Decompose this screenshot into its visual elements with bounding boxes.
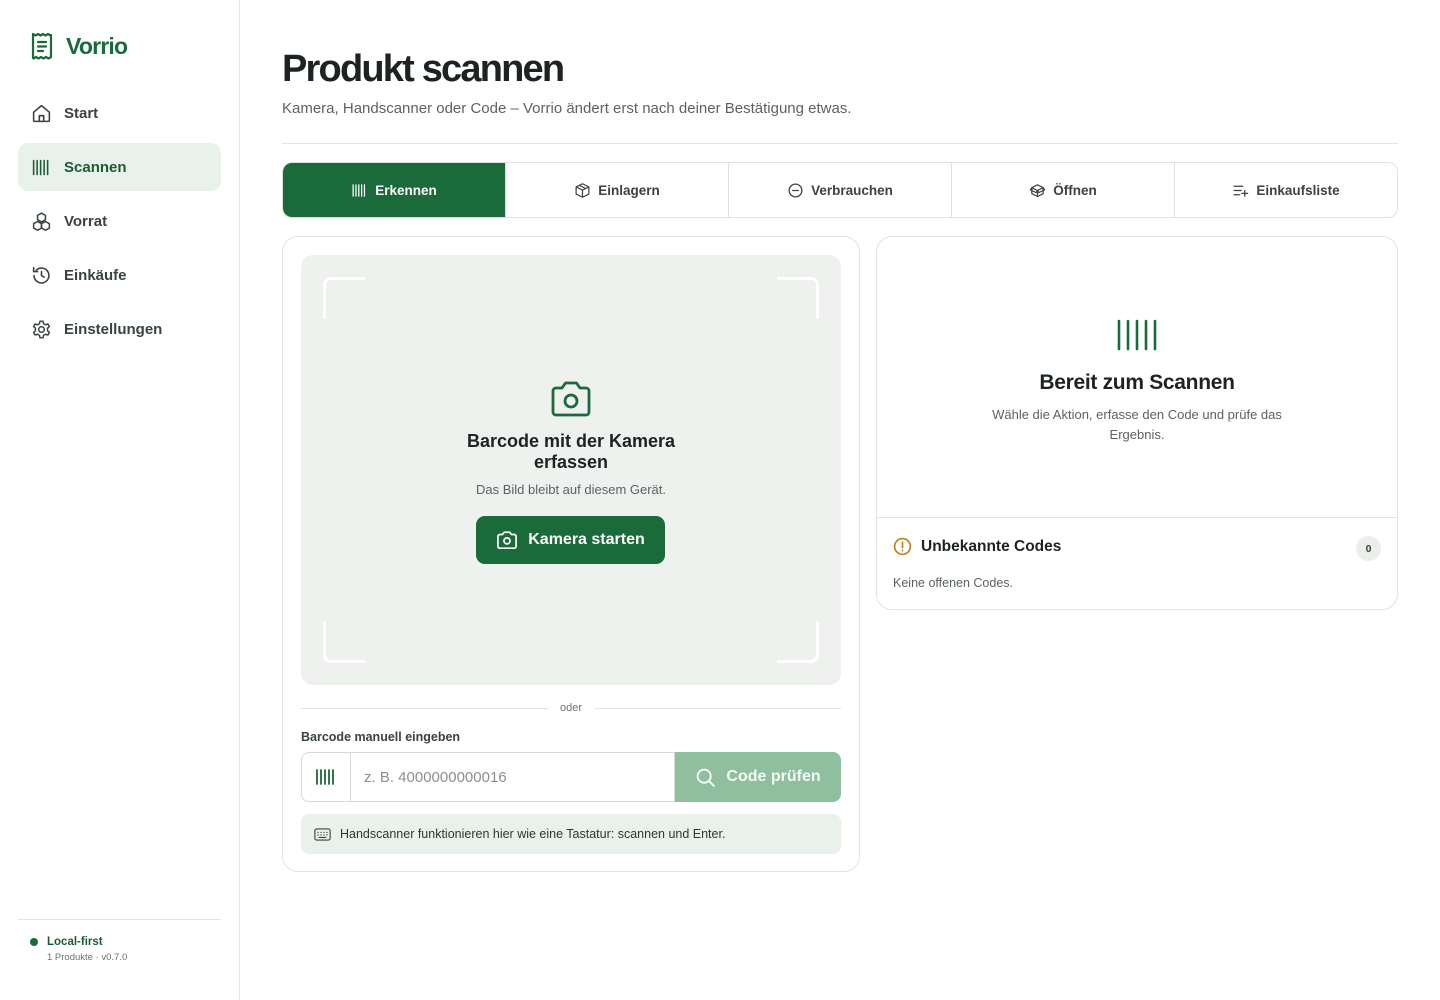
- status-label: Local-first: [47, 936, 103, 948]
- gear-icon: [32, 319, 51, 339]
- barcode-icon: [352, 183, 366, 197]
- unknown-codes-count-badge: 0: [1356, 536, 1381, 561]
- viewfinder-corner: [323, 277, 365, 319]
- tab-erkennen[interactable]: Erkennen: [283, 163, 505, 217]
- sidebar: Vorrio Start Scannen Vorrat Einkäufe Ein…: [0, 0, 240, 1000]
- divider-line: [301, 707, 548, 709]
- divider-line: [594, 707, 841, 709]
- header-divider: [282, 143, 1398, 144]
- boxes-icon: [32, 211, 51, 231]
- start-camera-label: Kamera starten: [528, 531, 645, 548]
- action-tabs: Erkennen Einlagern Verbrauchen Öffnen Ei…: [282, 162, 1398, 218]
- scanner-card: Barcode mit der Kamera erfassen Das Bild…: [282, 236, 860, 872]
- sidebar-item-label: Einkäufe: [64, 266, 127, 284]
- sidebar-item-vorrat[interactable]: Vorrat: [18, 197, 221, 245]
- unknown-codes-header: Unbekannte Codes: [893, 537, 1061, 556]
- sidebar-item-label: Einstellungen: [64, 320, 163, 338]
- viewfinder-corner: [777, 277, 819, 319]
- tab-einlagern[interactable]: Einlagern: [505, 163, 728, 217]
- sidebar-item-einstellungen[interactable]: Einstellungen: [18, 305, 221, 353]
- keyboard-icon: [314, 827, 331, 841]
- sidebar-footer: Local-first 1 Produkte · v0.7.0: [18, 919, 221, 963]
- manual-barcode-label: Barcode manuell eingeben: [301, 730, 461, 744]
- status-dot: [30, 938, 38, 946]
- storage-status: Local-first: [30, 936, 221, 948]
- camera-icon: [551, 381, 591, 417]
- tab-label: Öffnen: [1053, 182, 1097, 198]
- sidebar-item-label: Vorrat: [64, 212, 108, 230]
- tab-oeffnen[interactable]: Öffnen: [951, 163, 1174, 217]
- result-title: Bereit zum Scannen: [1039, 371, 1235, 394]
- barcode-icon: [1117, 319, 1157, 351]
- camera-hint: Das Bild bleibt auf diesem Gerät.: [475, 482, 667, 497]
- barcode-input[interactable]: [350, 752, 675, 802]
- result-card: Bereit zum Scannen Wähle die Aktion, erf…: [876, 236, 1398, 610]
- scanner-hint: Handscanner funktionieren hier wie eine …: [301, 814, 841, 854]
- unknown-codes-title: Unbekannte Codes: [921, 537, 1062, 555]
- tab-label: Einkaufsliste: [1256, 182, 1340, 198]
- barcode-icon: [32, 159, 49, 175]
- sidebar-item-label: Start: [64, 104, 99, 122]
- tab-label: Einlagern: [598, 182, 660, 198]
- viewfinder-corner: [777, 621, 819, 663]
- home-icon: [32, 104, 51, 122]
- tab-label: Verbrauchen: [811, 182, 893, 198]
- status-meta: 1 Produkte · v0.7.0: [47, 952, 128, 963]
- check-code-button[interactable]: Code prüfen: [675, 752, 841, 802]
- search-icon: [697, 768, 716, 787]
- brand-name: Vorrio: [66, 32, 128, 59]
- or-divider: oder: [301, 700, 841, 716]
- barcode-prefix: [301, 752, 350, 802]
- barcode-icon: [316, 769, 334, 785]
- result-text: Wähle die Aktion, erfasse den Code und p…: [992, 407, 1282, 442]
- tab-verbrauchen[interactable]: Verbrauchen: [728, 163, 951, 217]
- open-box-icon: [1030, 183, 1046, 197]
- sidebar-nav: Start Scannen Vorrat Einkäufe Einstellun…: [18, 89, 221, 359]
- check-code-label: Code prüfen: [726, 768, 821, 785]
- manual-barcode-row: Code prüfen: [301, 752, 841, 802]
- camera-viewfinder: Barcode mit der Kamera erfassen Das Bild…: [301, 255, 841, 685]
- minus-circle-icon: [788, 182, 803, 198]
- tab-einkaufsliste[interactable]: Einkaufsliste: [1174, 163, 1397, 217]
- scanner-hint-text: Handscanner funktionieren hier wie eine …: [340, 827, 726, 841]
- sidebar-item-label: Scannen: [64, 158, 127, 176]
- sidebar-item-start[interactable]: Start: [18, 89, 221, 137]
- or-text: oder: [559, 702, 583, 714]
- history-icon: [32, 266, 50, 284]
- page-subtitle: Kamera, Handscanner oder Code – Vorrio ä…: [282, 100, 852, 117]
- viewfinder-corner: [323, 621, 365, 663]
- sidebar-item-einkaeufe[interactable]: Einkäufe: [18, 251, 221, 299]
- page-title: Produkt scannen: [282, 48, 565, 90]
- start-camera-button[interactable]: Kamera starten: [476, 516, 665, 564]
- alert-icon: [893, 537, 912, 556]
- camera-title: Barcode mit der Kamera erfassen: [466, 431, 676, 472]
- unknown-codes-section: Unbekannte Codes 0 Keine offenen Codes.: [877, 517, 1397, 590]
- tab-label: Erkennen: [375, 182, 437, 198]
- unknown-codes-empty: Keine offenen Codes.: [893, 576, 1014, 590]
- receipt-logo-icon: [31, 32, 53, 60]
- list-add-icon: [1233, 185, 1249, 197]
- sidebar-item-scannen[interactable]: Scannen: [18, 143, 221, 191]
- brand[interactable]: Vorrio: [30, 32, 128, 60]
- package-icon: [575, 182, 590, 198]
- camera-icon: [497, 531, 518, 550]
